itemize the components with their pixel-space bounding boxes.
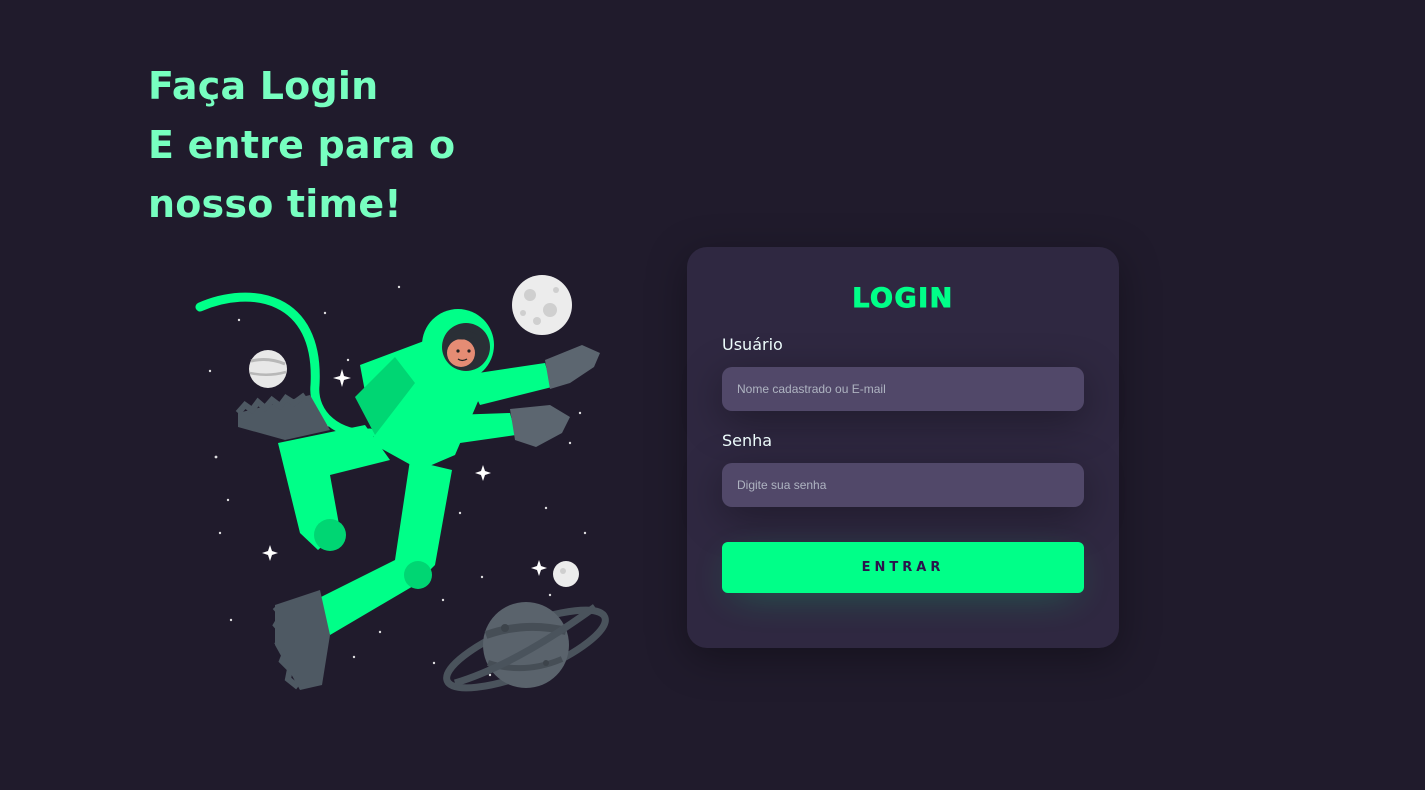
page-headline: Faça Login E entre para o nosso time! — [148, 57, 455, 234]
gloves — [510, 345, 600, 447]
password-input[interactable] — [722, 463, 1084, 507]
headline-line-3: nosso time! — [148, 182, 402, 226]
login-title: LOGIN — [852, 283, 954, 315]
submit-button[interactable]: ENTRAR — [722, 542, 1084, 593]
login-card: LOGIN Usuário Senha ENTRAR — [687, 247, 1119, 648]
astronaut-illustration — [195, 275, 609, 692]
saturn — [443, 602, 609, 692]
small-planet — [249, 350, 287, 388]
moon — [512, 275, 572, 335]
front-boot — [272, 590, 330, 690]
username-input[interactable] — [722, 367, 1084, 411]
password-label: Senha — [722, 431, 773, 450]
headline-line-1: Faça Login — [148, 64, 379, 108]
astronaut-face — [442, 323, 490, 371]
headline-line-2: E entre para o — [148, 123, 456, 167]
username-label: Usuário — [722, 335, 783, 354]
